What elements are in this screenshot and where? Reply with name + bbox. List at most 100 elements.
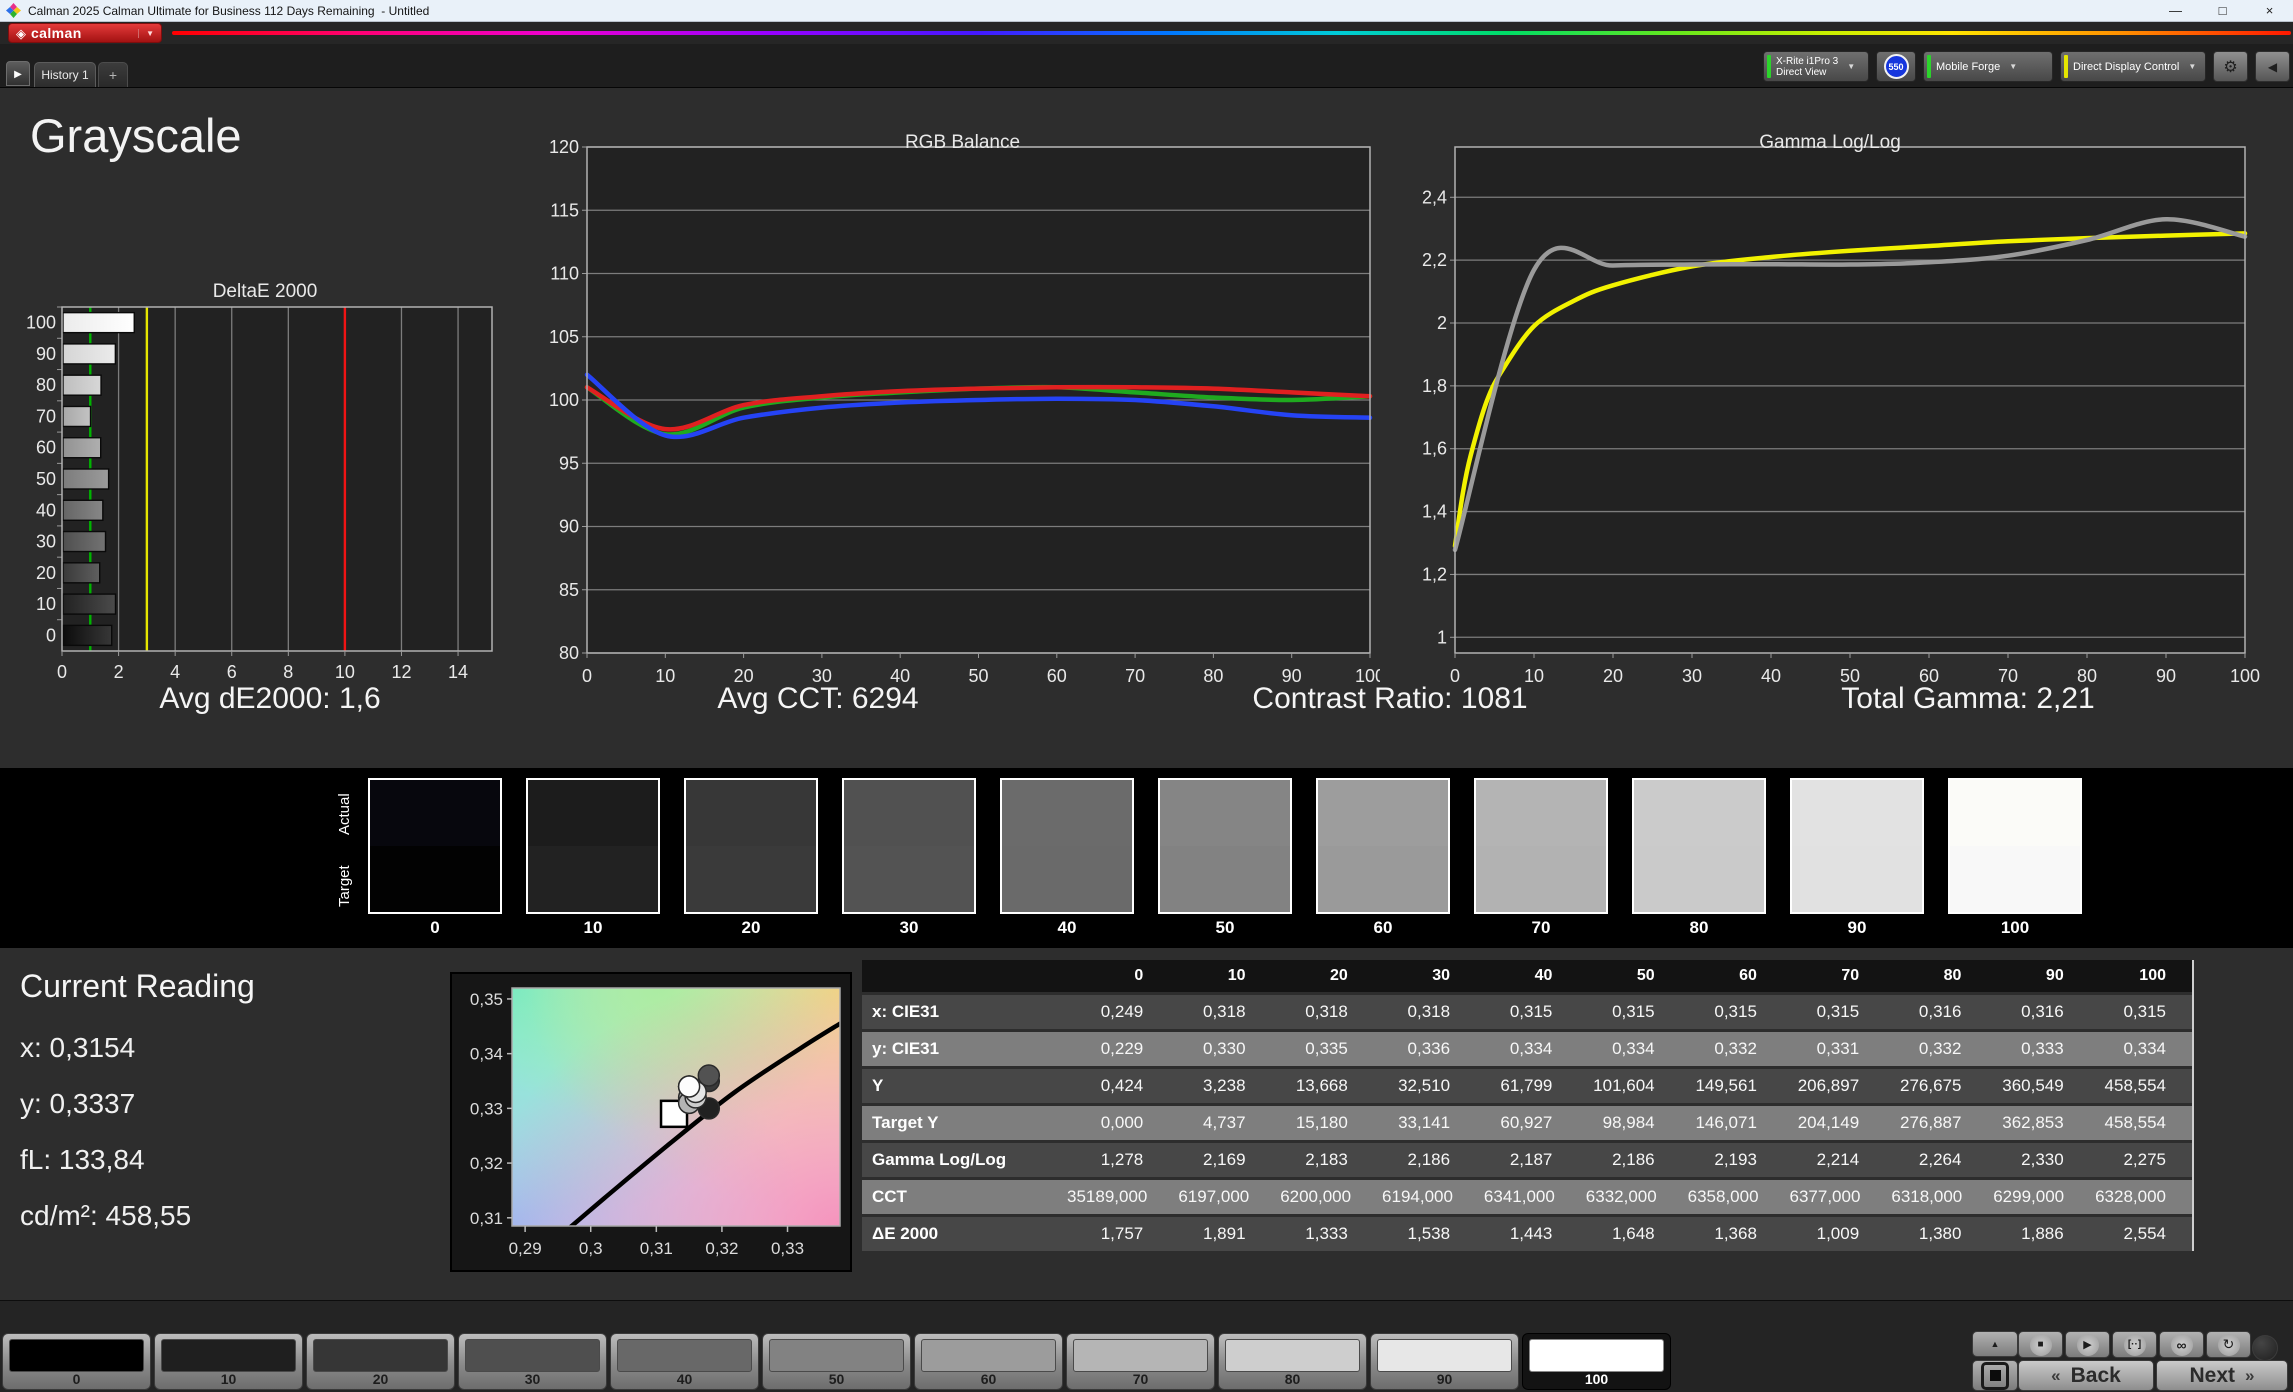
table-column-header-70: 70 bbox=[1841, 967, 1860, 984]
next-button[interactable]: Next » bbox=[2156, 1360, 2288, 1391]
strip-swatch-actual bbox=[686, 780, 816, 846]
back-button[interactable]: « Back bbox=[2018, 1360, 2154, 1391]
svg-text:110: 110 bbox=[550, 264, 579, 284]
table-cell: 6341,000 bbox=[1483, 1187, 1555, 1206]
svg-text:70: 70 bbox=[36, 406, 56, 426]
strip-swatch-target bbox=[370, 846, 500, 912]
strip-swatch-target bbox=[1634, 846, 1764, 912]
svg-text:2,2: 2,2 bbox=[1422, 250, 1447, 270]
next-button-label: Next bbox=[2189, 1363, 2236, 1387]
table-row-label: Y bbox=[872, 1076, 884, 1095]
table-row: ΔE 2000 1,757 1,891 1,333 1,538 1,443 1,648 1,3… bbox=[862, 1217, 2192, 1251]
reading-x: x: 0,3154 bbox=[20, 1032, 136, 1063]
pattern-level-swatch bbox=[769, 1339, 904, 1372]
table-column-header-10: 10 bbox=[1227, 967, 1246, 984]
measurement-table: 0 10 20 30 40 50 60 70 80 90 100 x: CIE31 0,249 0,318… bbox=[862, 960, 2194, 1251]
svg-text:1,8: 1,8 bbox=[1422, 376, 1447, 396]
meter-dropdown[interactable]: X-Rite i1Pro 3 Direct View ▼ bbox=[1763, 51, 1869, 82]
chevron-down-icon: ▼ bbox=[1847, 62, 1856, 71]
table-column-header-40: 40 bbox=[1534, 967, 1553, 984]
pattern-level-swatch bbox=[617, 1339, 752, 1372]
stop-icon: ■ bbox=[2037, 1339, 2044, 1350]
tab-scroll-button[interactable]: ▶ bbox=[6, 61, 30, 86]
brand-name: calman bbox=[31, 25, 82, 41]
pattern-level-swatch bbox=[161, 1339, 296, 1372]
table-cell: 1,278 bbox=[1100, 1150, 1144, 1169]
add-tab-button[interactable]: + bbox=[98, 62, 128, 87]
main-content: Grayscale DeltaE 2000 0 10 20 30 40 50 60 70 80 9… bbox=[0, 88, 2293, 1392]
measure-series-button[interactable]: [··] bbox=[2112, 1331, 2157, 1358]
strip-swatch-level-label: 100 bbox=[2000, 918, 2030, 937]
window-controls: — □ × bbox=[2152, 0, 2293, 21]
pattern-level-button-90[interactable]: 90 bbox=[1370, 1333, 1519, 1390]
strip-swatch-actual bbox=[1002, 780, 1132, 846]
rgb-balance-chart: 808590951001051101151200 10 20 30 40 50 60 70 80… bbox=[549, 138, 1380, 686]
pattern-level-button-0[interactable]: 0 bbox=[2, 1333, 151, 1390]
measure-continuous-button[interactable]: ∞ bbox=[2159, 1331, 2204, 1358]
table-cell: 204,149 bbox=[1797, 1113, 1860, 1132]
pattern-level-button-30[interactable]: 30 bbox=[458, 1333, 607, 1390]
gamma-chart-title: Gamma Log/Log bbox=[1759, 132, 1901, 153]
measure-once-button[interactable]: ▶ bbox=[2065, 1331, 2110, 1358]
pattern-level-label: 20 bbox=[372, 1371, 389, 1387]
strip-swatch-target bbox=[1476, 846, 1606, 912]
table-cell: 2,193 bbox=[1714, 1150, 1757, 1169]
window-titlebar: Calman 2025 Calman Ultimate for Business… bbox=[0, 0, 2293, 22]
strip-swatch-target bbox=[1792, 846, 1922, 912]
pattern-level-label: 70 bbox=[1132, 1371, 1149, 1387]
display-control-dropdown[interactable]: Direct Display Control ▼ bbox=[2060, 51, 2206, 82]
collapse-panel-button[interactable]: ◀ bbox=[2255, 51, 2290, 82]
pattern-level-button-60[interactable]: 60 bbox=[914, 1333, 1063, 1390]
table-cell: 1,009 bbox=[1816, 1224, 1860, 1243]
table-cell: 0,315 bbox=[1816, 1002, 1860, 1021]
pattern-window-button[interactable] bbox=[1972, 1360, 2018, 1391]
tab-history-1[interactable]: History 1 bbox=[34, 62, 96, 87]
svg-text:95: 95 bbox=[559, 453, 579, 473]
strip-swatch-level-label: 50 bbox=[1215, 918, 1235, 937]
table-row-label: y: CIE31 bbox=[872, 1039, 940, 1058]
deltae-chart: 0 10 20 30 40 50 60 70 80 90 100 0 2 4 6 8 10 12 14 bbox=[26, 306, 493, 682]
pattern-up-button[interactable]: ▲ bbox=[1972, 1331, 2018, 1357]
strip-swatch-actual bbox=[1160, 780, 1290, 846]
stop-measure-button[interactable]: ■ bbox=[2018, 1331, 2063, 1358]
strip-swatch-40 bbox=[1000, 778, 1134, 914]
strip-swatch-target bbox=[528, 846, 658, 912]
strip-swatch-70 bbox=[1474, 778, 1608, 914]
svg-text:4: 4 bbox=[170, 662, 180, 682]
svg-text:0,29: 0,29 bbox=[509, 1239, 542, 1258]
table-column-header-0: 0 bbox=[1134, 967, 1144, 984]
calman-menu-button[interactable]: ◈ calman ▼ bbox=[8, 23, 162, 43]
pattern-level-button-20[interactable]: 20 bbox=[306, 1333, 455, 1390]
table-column-header-80: 80 bbox=[1943, 967, 1962, 984]
strip-swatch-target bbox=[1318, 846, 1448, 912]
source-dropdown[interactable]: Mobile Forge ▼ bbox=[1923, 51, 2053, 82]
strip-swatch-100 bbox=[1948, 778, 2082, 914]
pattern-level-button-70[interactable]: 70 bbox=[1066, 1333, 1215, 1390]
reading-cdm2: cd/m²: 458,55 bbox=[20, 1200, 192, 1231]
meter-mode-badge: 550 bbox=[1883, 54, 1909, 79]
pattern-level-button-100[interactable]: 100 bbox=[1522, 1333, 1671, 1390]
pattern-level-button-40[interactable]: 40 bbox=[610, 1333, 759, 1390]
table-cell: 1,886 bbox=[2021, 1224, 2064, 1243]
settings-button[interactable]: ⚙ bbox=[2213, 51, 2248, 82]
strip-swatch-10 bbox=[526, 778, 660, 914]
strip-swatch-target bbox=[1950, 846, 2080, 912]
page-title: Grayscale bbox=[30, 109, 242, 162]
svg-text:0: 0 bbox=[46, 625, 56, 645]
maximize-button[interactable]: □ bbox=[2199, 0, 2246, 21]
back-button-label: Back bbox=[2070, 1363, 2121, 1387]
close-button[interactable]: × bbox=[2246, 0, 2293, 21]
minimize-button[interactable]: — bbox=[2152, 0, 2199, 21]
pattern-level-button-80[interactable]: 80 bbox=[1218, 1333, 1367, 1390]
pattern-level-label: 90 bbox=[1436, 1371, 1453, 1387]
table-cell: 1,443 bbox=[1509, 1224, 1553, 1243]
svg-text:8: 8 bbox=[283, 662, 293, 682]
reading-y: y: 0,3337 bbox=[20, 1088, 136, 1119]
pattern-level-button-50[interactable]: 50 bbox=[762, 1333, 911, 1390]
pattern-level-button-10[interactable]: 10 bbox=[154, 1333, 303, 1390]
table-cell: 2,187 bbox=[1509, 1150, 1553, 1169]
svg-text:80: 80 bbox=[1203, 666, 1223, 686]
svg-text:50: 50 bbox=[36, 469, 56, 489]
meter-mode-button[interactable]: 550 bbox=[1876, 51, 1916, 82]
measure-loop-button[interactable]: ↻ bbox=[2206, 1331, 2251, 1358]
